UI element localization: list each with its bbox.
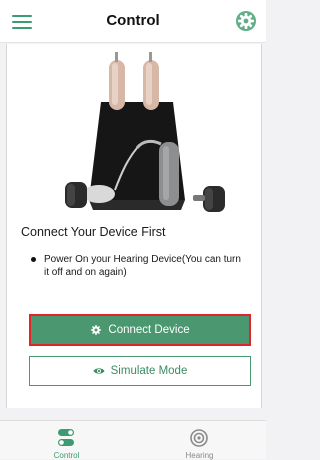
connect-device-label: Connect Device [108, 324, 190, 336]
bullet-dot [31, 257, 36, 262]
instruction-text: Power On your Hearing Device(You can tur… [44, 254, 241, 278]
instruction-item: Power On your Hearing Device(You can tur… [31, 253, 241, 279]
tab-hearing-label: Hearing [185, 451, 214, 460]
toggle-sliders-icon [58, 429, 74, 446]
gear-icon [91, 325, 102, 335]
settings-gear-icon[interactable] [234, 9, 258, 33]
hearing-aid-charger-image [65, 52, 225, 212]
eye-icon [93, 368, 105, 374]
bottom-tab-bar: Control Hearing [0, 420, 266, 460]
ear-icon [190, 429, 208, 447]
simulate-mode-button[interactable]: Simulate Mode [29, 356, 251, 386]
page-title: Control [106, 12, 160, 29]
control-card: Connect Your Device First Power On your … [6, 44, 262, 408]
simulate-mode-label: Simulate Mode [110, 365, 188, 377]
connect-heading: Connect Your Device First [21, 225, 166, 239]
connect-device-button[interactable]: Connect Device [29, 314, 251, 346]
tab-control[interactable]: Control [0, 421, 133, 460]
tab-hearing[interactable]: Hearing [133, 421, 266, 460]
tab-control-label: Control [53, 451, 80, 460]
top-bar: Control [0, 0, 266, 43]
